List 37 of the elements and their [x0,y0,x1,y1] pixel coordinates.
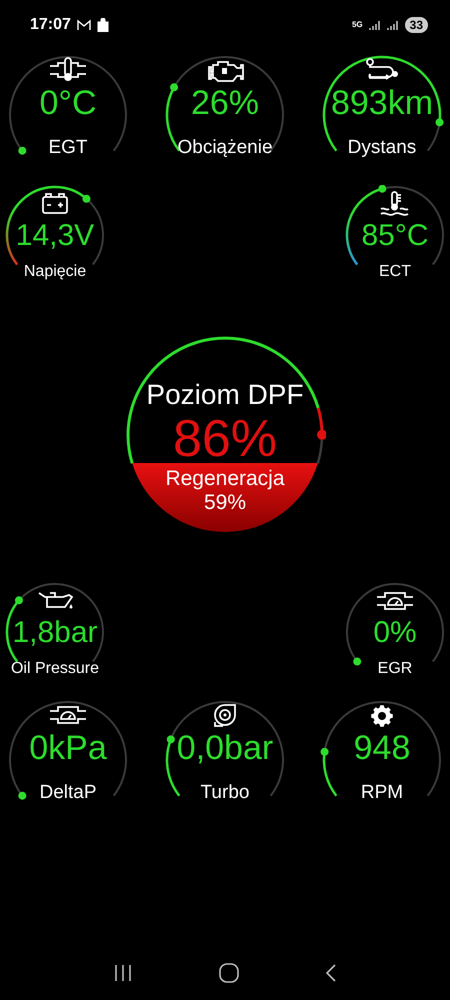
gauge-value: 0kPa [29,728,107,768]
gauge-value: 26% [190,83,260,123]
gauge-value: 85°C [361,218,429,254]
gauge-title: Poziom DPF [146,379,304,411]
signal-icon [386,20,399,30]
regeneration-label: Regeneracja [165,467,285,491]
gauge-value: 0,0bar [176,728,274,768]
gauge-value: 1,8bar [12,615,98,651]
gauge-label: ECT [379,263,411,281]
gauge-value: 893km [330,83,434,123]
gauge-label: Turbo [200,782,250,804]
gauge-value: 86% [172,411,278,467]
gauge-label: EGR [378,660,412,678]
gauge-label: DeltaP [39,782,97,804]
gauge-value: 0% [373,615,417,651]
mail-icon [76,19,91,31]
shopping-bag-icon [96,18,109,32]
network-type: 5G [352,21,363,29]
back-icon[interactable] [325,964,337,982]
gauge-label: Oil Pressure [10,660,100,678]
clock: 17:07 [30,16,71,34]
gauge-track [426,125,440,152]
gauge-value: 14,3V [16,218,94,254]
gauge-label: EGT [48,137,88,159]
battery-level: 33 [404,17,428,33]
gauge-value: 0°C [39,83,97,123]
regeneration-value: 59% [204,491,246,515]
gauge-label: Obciążenie [177,137,273,159]
gauge-label: RPM [360,782,404,804]
signal-icon [368,20,381,30]
gauge-value: 948 [354,728,410,768]
recent-apps-icon[interactable] [113,964,133,982]
gauge-label: Dystans [348,137,416,159]
gauge-label: Napięcie [24,263,86,281]
home-icon[interactable] [219,962,239,982]
gauge-track [316,440,324,464]
thermometer-pipe-icon [48,57,88,83]
